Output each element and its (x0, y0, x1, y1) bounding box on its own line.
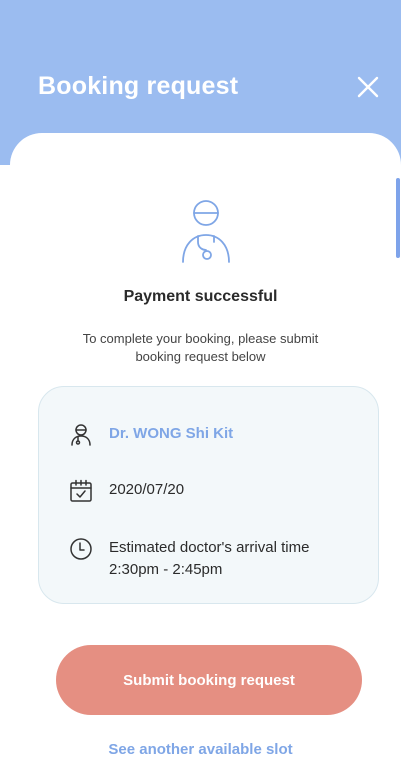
doctor-name[interactable]: Dr. WONG Shi Kit (109, 423, 233, 445)
doctor-row: Dr. WONG Shi Kit (69, 423, 233, 447)
doctor-icon (71, 424, 91, 446)
close-button[interactable] (353, 72, 383, 102)
status-message: To complete your booking, please submit … (82, 331, 319, 364)
status-title: Payment successful (123, 288, 278, 305)
booking-card: Dr. WONG Shi Kit 2020/07/20 Estimated do… (38, 386, 379, 604)
arrival-label: Estimated doctor's arrival time (109, 539, 310, 556)
submit-booking-button[interactable]: Submit booking request (56, 645, 362, 715)
close-icon (357, 76, 379, 98)
booking-date: 2020/07/20 (109, 481, 185, 498)
calendar-icon (70, 479, 92, 502)
clock-icon (70, 538, 92, 560)
arrival-time: 2:30pm - 2:45pm (109, 561, 223, 578)
see-another-slot-link[interactable]: See another available slot (0, 741, 401, 758)
page-title: Booking request (38, 72, 239, 100)
time-row: Estimated doctor's arrival time 2:30pm -… (69, 537, 309, 581)
date-row: 2020/07/20 (69, 479, 184, 503)
scrollbar[interactable] (396, 178, 400, 258)
doctor-icon (182, 200, 230, 263)
